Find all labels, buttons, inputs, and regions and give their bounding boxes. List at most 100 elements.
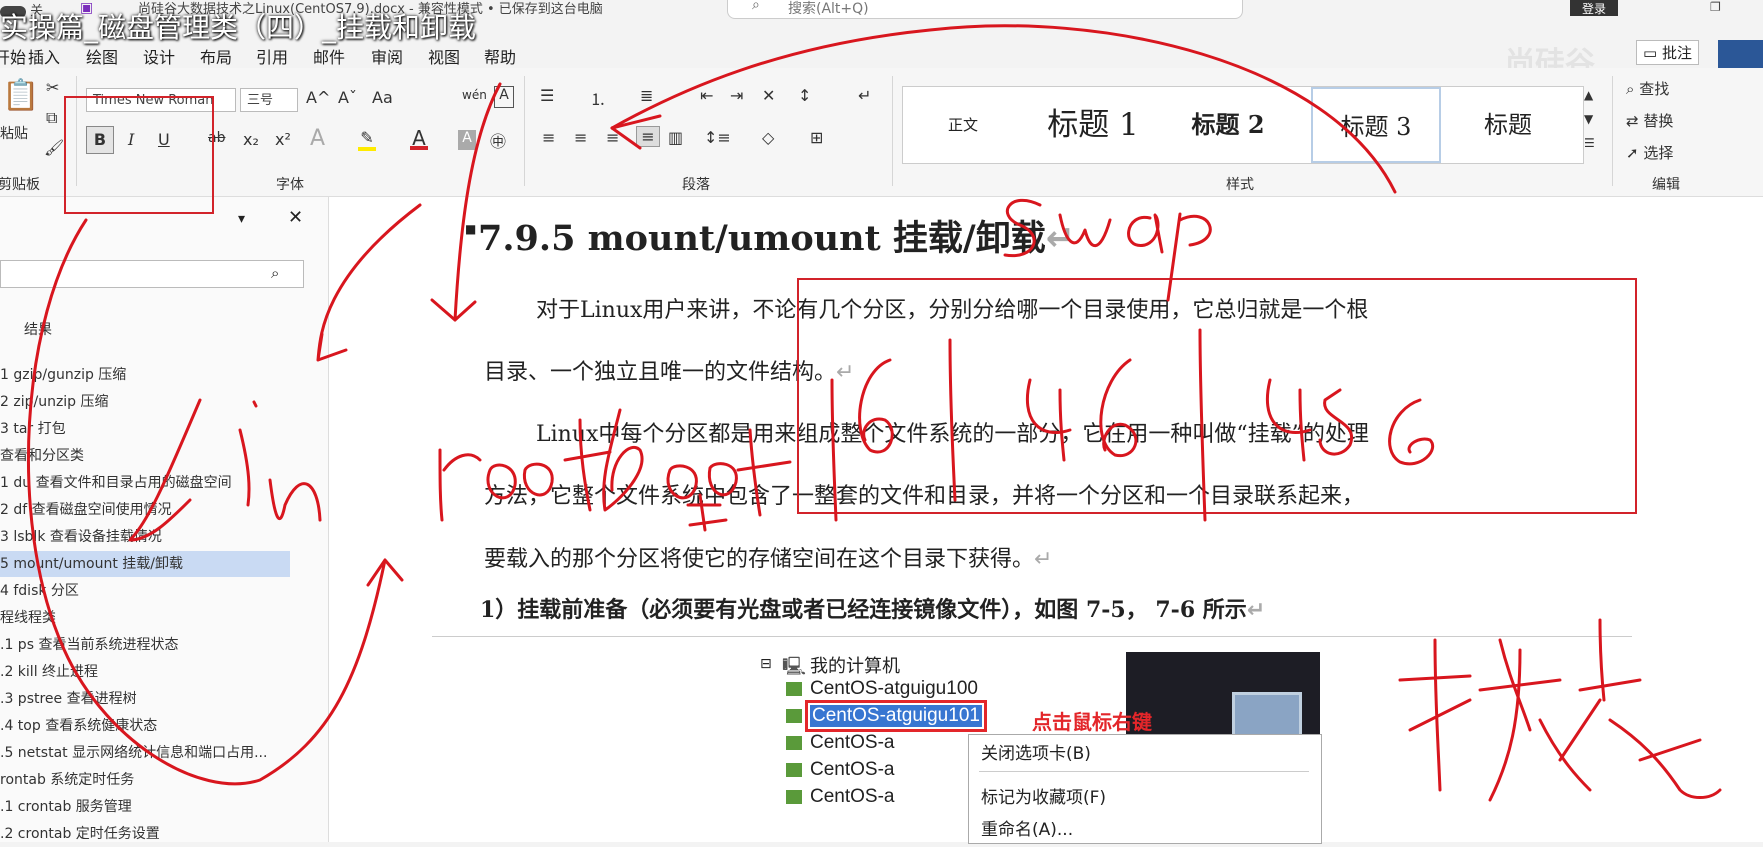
chinese-layout-icon[interactable]: ✕ [762, 86, 775, 105]
login-button[interactable]: 登录 [1570, 0, 1618, 16]
paragraph-line[interactable]: 要载入的那个分区将使它的存储空间在这个目录下获得。↵ [484, 541, 1052, 573]
borders-icon[interactable]: ⊞ [810, 128, 823, 147]
nav-item[interactable]: .2 kill 终止进程 [0, 659, 290, 685]
heading-text: 7.9.5 mount/umount 挂载/卸载 [478, 218, 1046, 259]
nav-item[interactable]: rontab 系统定时任务 [0, 767, 290, 793]
decrease-indent-icon[interactable]: ⇤ [700, 86, 713, 105]
nav-item[interactable]: 程线程类 [0, 605, 290, 631]
tab-results[interactable]: 结果 [24, 319, 52, 339]
nav-item[interactable]: 2 df 查看磁盘空间使用情况 [0, 497, 290, 523]
comments-button[interactable]: ▭ 批注 [1636, 40, 1699, 65]
nav-item[interactable]: .3 pstree 查看进程树 [0, 686, 290, 712]
select-button[interactable]: ➚ 选择 [1626, 142, 1673, 163]
nav-item[interactable]: 3 lsblk 查看设备挂载情况 [0, 524, 290, 550]
restore-window-icon[interactable]: ❐ [1710, 0, 1721, 14]
style-heading-1[interactable]: 标题 1 [1023, 87, 1163, 163]
multilevel-list-icon[interactable]: ≣ [640, 86, 653, 105]
font-group-label: 字体 [276, 177, 304, 193]
vm-play-icon [786, 736, 802, 750]
context-menu-item[interactable]: 重命名(A)... [981, 815, 1073, 840]
collapse-icon[interactable]: ⊟ [760, 656, 772, 672]
paragraph-group-label: 段落 [682, 177, 710, 193]
superscript-button[interactable]: x² [275, 130, 291, 149]
vm-name: CentOS-a [810, 732, 895, 753]
bullets-icon[interactable]: ☰ [540, 86, 554, 105]
copy-icon[interactable]: ⧉ [46, 108, 57, 128]
close-icon[interactable]: ✕ [288, 207, 303, 228]
tab-review[interactable]: 审阅 [371, 44, 403, 68]
nav-item[interactable]: 4 fdisk 分区 [0, 578, 290, 604]
nav-item[interactable]: 2 zip/unzip 压缩 [0, 389, 290, 415]
share-button[interactable] [1718, 40, 1763, 68]
sort-icon[interactable]: ↕ [798, 86, 811, 105]
search-input[interactable]: ⌕ 搜索(Alt+Q) [727, 0, 1243, 19]
tab-layout[interactable]: 布局 [200, 44, 232, 68]
style-title[interactable]: 标题 [1443, 87, 1573, 163]
vm-play-icon [786, 682, 802, 696]
nav-item[interactable]: 5 mount/umount 挂载/卸载 [0, 551, 290, 577]
divider [524, 76, 525, 186]
pane-options-icon[interactable]: ▾ [238, 211, 245, 227]
font-color-icon[interactable]: A [410, 126, 428, 150]
numbering-icon[interactable]: ⒈ [590, 86, 606, 110]
highlight-icon[interactable]: ✎ [358, 128, 376, 151]
tab-home[interactable]: 开始 [0, 44, 26, 68]
tree-root-label[interactable]: 我的计算机 [810, 652, 900, 678]
vm-play-icon [786, 763, 802, 777]
step-heading[interactable]: 1）挂载前准备（必须要有光盘或者已经连接镜像文件），如图 7-5， 7-6 所示… [480, 592, 1265, 624]
nav-item[interactable]: .1 crontab 服务管理 [0, 794, 290, 820]
nav-item[interactable]: .1 ps 查看当前系统进程状态 [0, 632, 290, 658]
paragraph-text: 目录、一个独立且唯一的文件结构。 [484, 360, 837, 385]
align-center-icon[interactable]: ≡ [574, 128, 587, 147]
tab-insert[interactable]: 插入 [28, 44, 60, 68]
increase-indent-icon[interactable]: ⇥ [730, 86, 743, 105]
show-marks-icon[interactable]: ↵ [858, 86, 871, 105]
nav-item[interactable]: .5 netstat 显示网络统计信息和端口占用... [0, 740, 290, 766]
nav-item[interactable]: .4 top 查看系统健康状态 [0, 713, 290, 739]
text-effects-icon[interactable]: A [310, 126, 325, 151]
tab-references[interactable]: 引用 [256, 44, 288, 68]
nav-item[interactable]: 查看和分区类 [0, 443, 290, 469]
style-heading-3[interactable]: 标题 3 [1311, 87, 1441, 163]
font-size-select[interactable]: 三号 [240, 88, 298, 112]
context-menu-item[interactable]: 标记为收藏项(F) [981, 783, 1106, 808]
tab-draw[interactable]: 绘图 [86, 44, 118, 68]
grow-font-button[interactable]: A^ [306, 88, 330, 107]
nav-item[interactable]: 1 gzip/gunzip 压缩 [0, 362, 290, 388]
gallery-more-icon[interactable]: ☰ [1584, 136, 1595, 150]
enclose-characters-icon[interactable]: ㊥ [490, 128, 506, 152]
format-painter-icon[interactable]: 🖌 [44, 138, 64, 157]
justify-icon[interactable]: ≡ [636, 126, 660, 147]
distributed-icon[interactable]: ▥ [668, 128, 683, 147]
tab-help[interactable]: 帮助 [484, 44, 516, 68]
phonetic-guide-button[interactable]: wén [462, 88, 487, 102]
gallery-up-icon[interactable]: ▲ [1584, 88, 1593, 102]
shrink-font-button[interactable]: Aˇ [338, 88, 357, 107]
align-left-icon[interactable]: ≡ [542, 128, 555, 147]
context-menu: 关闭选项卡(B) 标记为收藏项(F) 重命名(A)... [968, 734, 1322, 844]
align-right-icon[interactable]: ≡ [606, 128, 619, 147]
nav-item[interactable]: 1 du 查看文件和目录占用的磁盘空间 [0, 470, 290, 496]
shading-icon[interactable]: ◇ [762, 128, 774, 147]
find-button[interactable]: ⌕ 查找 [1626, 78, 1669, 99]
nav-item[interactable]: 3 tar 打包 [0, 416, 290, 442]
style-heading-2[interactable]: 标题 2 [1163, 87, 1293, 163]
gallery-down-icon[interactable]: ▼ [1584, 112, 1593, 126]
character-border-button[interactable]: A [494, 86, 514, 108]
line-spacing-icon[interactable]: ↕≡ [704, 128, 731, 147]
paste-icon[interactable]: 📋 [2, 78, 39, 113]
cut-icon[interactable]: ✂ [46, 78, 59, 97]
tab-mailings[interactable]: 邮件 [313, 44, 345, 68]
replace-button[interactable]: ⇄ 替换 [1626, 110, 1673, 131]
nav-search-input[interactable]: ⌕ [0, 260, 304, 288]
document-heading[interactable]: 7.9.5 mount/umount 挂载/卸载↵ [478, 210, 1075, 261]
character-shading-icon[interactable]: A [458, 130, 476, 150]
nav-item[interactable]: .2 crontab 定时任务设置 [0, 821, 290, 847]
tab-view[interactable]: 视图 [428, 44, 460, 68]
subscript-button[interactable]: x₂ [243, 130, 259, 149]
change-case-button[interactable]: Aa [372, 88, 393, 107]
style-normal[interactable]: 正文 [903, 87, 1023, 163]
context-menu-item[interactable]: 关闭选项卡(B) [981, 739, 1091, 764]
tab-design[interactable]: 设计 [143, 44, 175, 68]
paste-button[interactable]: 粘贴 [0, 123, 28, 143]
